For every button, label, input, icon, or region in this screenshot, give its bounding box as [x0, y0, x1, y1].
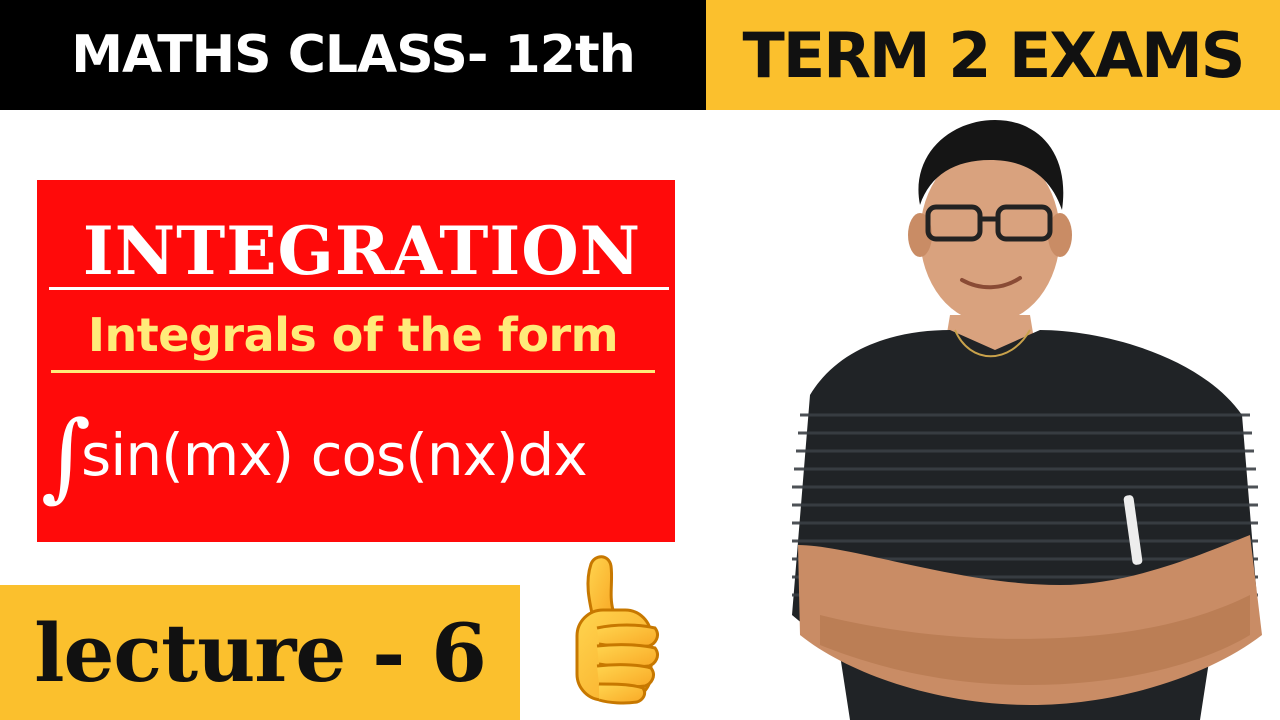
class-label: MATHS CLASS- 12th	[71, 25, 636, 85]
topic-title: INTEGRATION	[82, 212, 642, 290]
exam-label: TERM 2 EXAMS	[742, 18, 1246, 92]
header-right-banner: TERM 2 EXAMS	[706, 0, 1280, 110]
topic-card: INTEGRATION Integrals of the form ∫ sin(…	[37, 180, 675, 542]
subtitle-underline	[51, 370, 655, 373]
lecture-label: lecture - 6	[34, 605, 487, 700]
topic-subtitle: Integrals of the form	[87, 308, 619, 362]
lecture-banner: lecture - 6	[0, 585, 520, 720]
header-left-banner: MATHS CLASS- 12th	[0, 0, 706, 110]
integral-formula: sin(mx) cos(nx)dx	[81, 421, 588, 489]
presenter-photo	[792, 120, 1262, 720]
title-underline	[49, 287, 669, 290]
thumbs-up-icon	[575, 555, 659, 705]
